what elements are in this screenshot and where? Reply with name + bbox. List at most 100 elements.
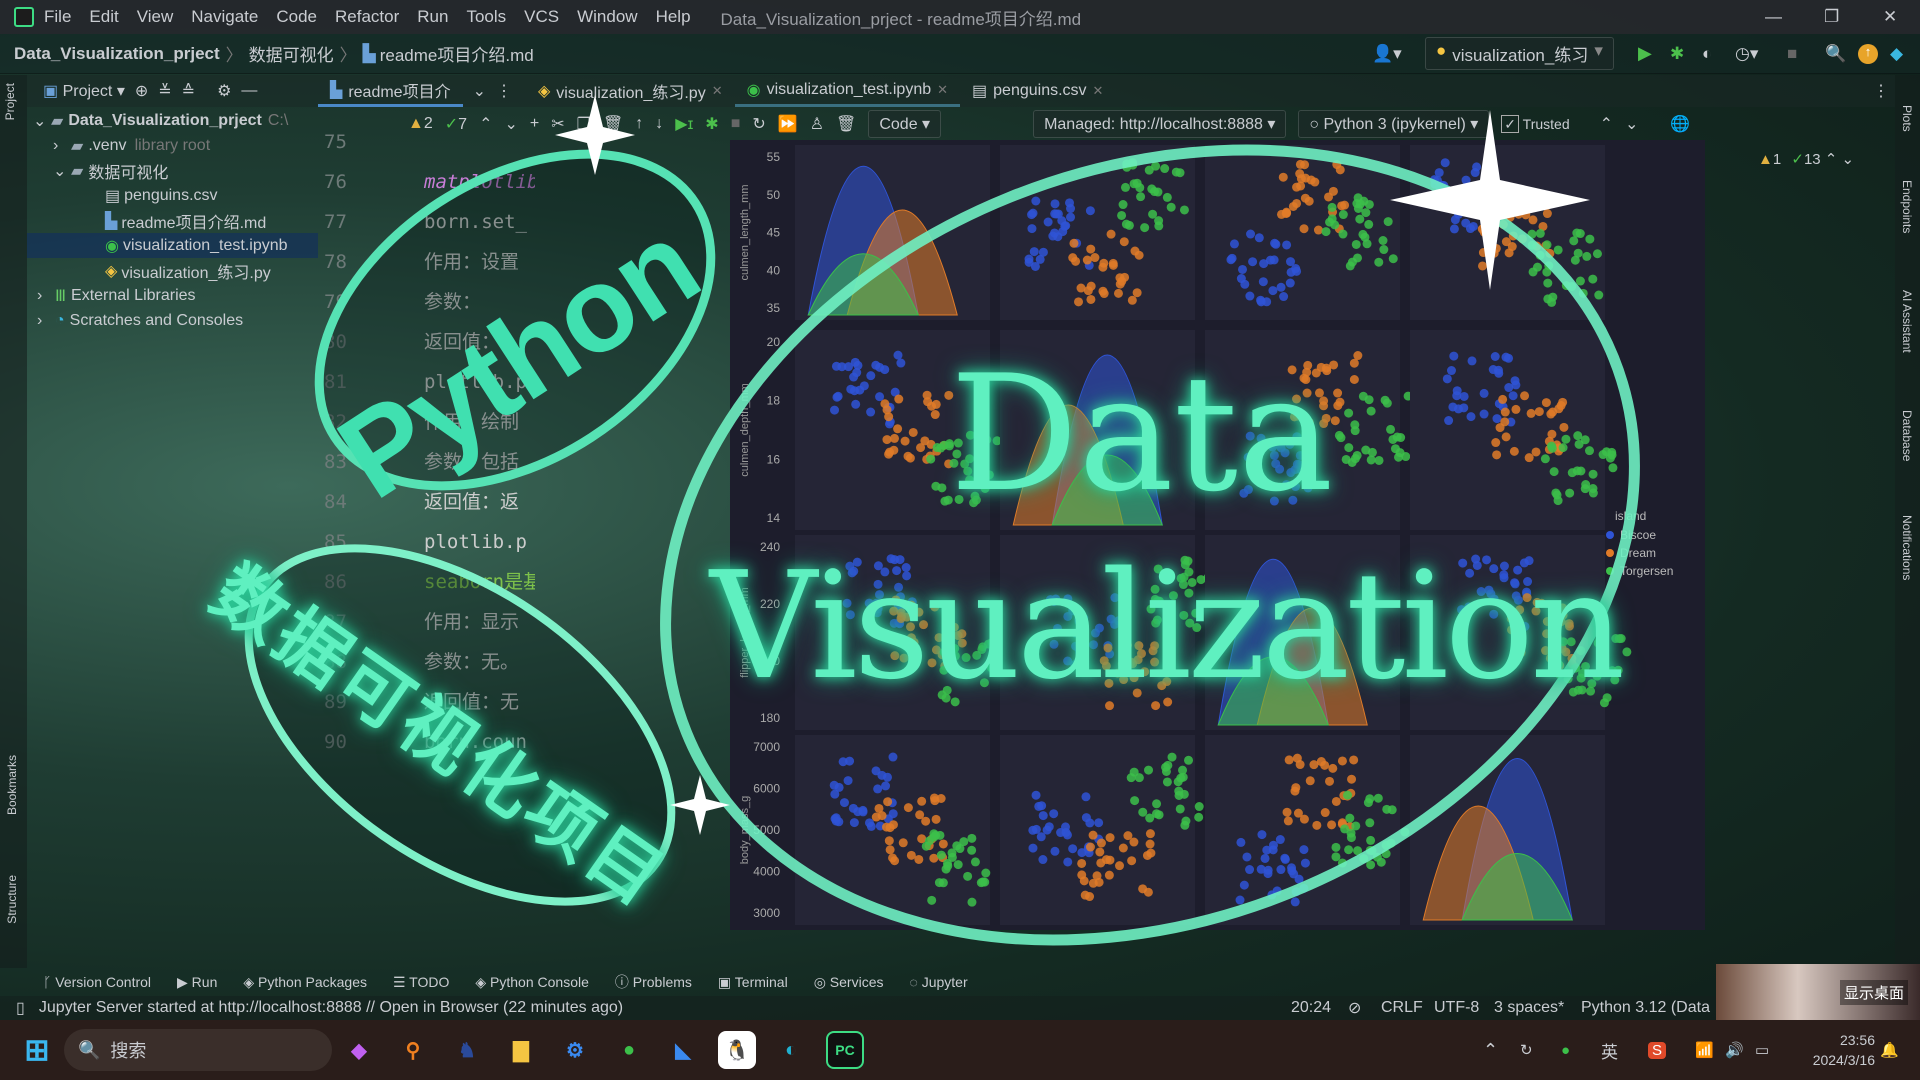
structure-tool-button[interactable]: Structure <box>5 875 19 924</box>
code-line[interactable]: 返回值：返 <box>418 482 535 522</box>
cell-type-select[interactable]: Code ▾ <box>868 110 942 138</box>
endpoints-tool-button[interactable]: Endpoints <box>1900 180 1914 233</box>
menu-view[interactable]: View <box>137 7 174 27</box>
delete-cell-icon[interactable]: 🗑 <box>603 114 623 134</box>
expand-all-icon[interactable]: ≚ <box>158 81 171 101</box>
debug-cell-icon[interactable]: ✱ <box>705 114 718 134</box>
status-message[interactable]: Jupyter Server started at http://localho… <box>39 999 623 1017</box>
settings-icon[interactable]: ⚙ <box>217 81 231 101</box>
wechat-icon[interactable]: ● <box>610 1031 648 1069</box>
ai-assistant-icon[interactable]: ◆ <box>1890 44 1903 64</box>
code-line[interactable]: 返回值：无 <box>418 682 535 722</box>
wifi-icon[interactable]: 📶 <box>1695 1041 1714 1059</box>
code-line[interactable]: 参数：无。 <box>418 642 535 682</box>
settings-app-icon[interactable]: ⚙ <box>556 1031 594 1069</box>
code-line[interactable]: plotlib.p <box>418 362 535 402</box>
notifications-tool-button[interactable]: Notifications <box>1900 515 1914 580</box>
qq-icon[interactable]: 🐧 <box>718 1031 756 1069</box>
breadcrumb-project[interactable]: Data_Visualization_prject <box>14 44 220 64</box>
code-line[interactable]: seaborn是基 <box>418 562 535 602</box>
menu-file[interactable]: File <box>44 7 71 27</box>
code-line[interactable]: matplotlib <box>418 162 535 202</box>
tree-item-venv[interactable]: › ▰ .venv library root <box>27 133 318 158</box>
file-explorer-icon[interactable]: ▇ <box>502 1031 540 1069</box>
code-line[interactable]: 作用：显示 <box>418 602 535 642</box>
restart-kernel-icon[interactable]: ↻ <box>752 114 765 134</box>
run-config-select[interactable]: ● visualization_练习 ▾ <box>1425 37 1614 70</box>
coverage-icon[interactable]: ◐ <box>1702 44 1712 64</box>
windows-start-icon[interactable]: ⊞ <box>18 1031 56 1069</box>
menu-refactor[interactable]: Refactor <box>335 7 399 27</box>
profile-icon[interactable]: ◷▾ <box>1735 44 1758 64</box>
tree-item-python-file[interactable]: ◈ visualization_练习.py <box>27 258 318 283</box>
tree-item-notebook[interactable]: ◉ visualization_test.ipynb <box>27 233 318 258</box>
volume-icon[interactable]: 🔊 <box>1725 1041 1744 1059</box>
debug-icon[interactable]: ✱ <box>1670 44 1684 64</box>
tab-python-file[interactable]: ◈ visualization_练习.py ✕ <box>526 75 735 107</box>
tab-penguins-csv[interactable]: ▤ penguins.csv ✕ <box>960 75 1115 107</box>
breadcrumb-file[interactable]: readme项目介绍.md <box>380 41 534 66</box>
code-line[interactable]: 参数：包括 <box>418 442 535 482</box>
search-app-icon[interactable]: ⚲ <box>394 1031 432 1069</box>
feishu-icon[interactable]: ◣ <box>664 1031 702 1069</box>
code-line[interactable] <box>418 122 535 162</box>
plots-tool-button[interactable]: Plots <box>1900 105 1914 132</box>
tree-item-data-folder[interactable]: ⌄ ▰ 数据可视化 <box>27 158 318 183</box>
show-desktop-preview[interactable]: 显示桌面 <box>1716 964 1920 1020</box>
services-button[interactable]: ◎ Services <box>814 974 884 991</box>
battery-icon[interactable]: ▭ <box>1755 1041 1769 1059</box>
menu-vcs[interactable]: VCS <box>524 7 559 27</box>
caret-position[interactable]: 20:24 <box>1291 999 1331 1017</box>
editor-more-icon[interactable]: ⋮ <box>1873 81 1889 101</box>
notebook-inspection[interactable]: ▲1 ✓13 ⌃ ⌄ <box>1758 150 1854 168</box>
jupyter-button[interactable]: ◌ Jupyter <box>909 974 967 990</box>
ime-indicator[interactable]: 英 <box>1601 1038 1618 1063</box>
encoding[interactable]: UTF-8 <box>1434 999 1479 1017</box>
code-line[interactable]: born.set_ <box>418 202 535 242</box>
project-view-select[interactable]: ▣ Project ▾ <box>43 81 125 101</box>
edge-icon[interactable]: ◐ <box>772 1031 810 1069</box>
terminal-button[interactable]: ▣ Terminal <box>718 974 788 991</box>
next-icon[interactable]: ⌄ <box>1625 114 1638 134</box>
ai-assistant-tool-button[interactable]: AI Assistant <box>1900 290 1914 353</box>
close-tab-icon[interactable]: ✕ <box>1093 83 1104 99</box>
hide-icon[interactable]: — <box>241 82 257 100</box>
interpreter[interactable]: Python 3.12 (Data <box>1581 999 1716 1017</box>
taskbar-search[interactable]: 🔍 搜索 <box>64 1029 332 1071</box>
version-control-button[interactable]: ᚴ Version Control <box>43 974 151 990</box>
todo-button[interactable]: ☰ TODO <box>393 974 449 991</box>
no-lock-icon[interactable]: ⊘ <box>1348 998 1361 1018</box>
database-tool-button[interactable]: Database <box>1900 410 1914 461</box>
menu-navigate[interactable]: Navigate <box>191 7 258 27</box>
delete-icon[interactable]: 🗑 <box>836 114 856 134</box>
code-line[interactable]: 作用：绘制 <box>418 402 535 442</box>
sync-icon[interactable]: ↻ <box>1520 1041 1533 1059</box>
server-select[interactable]: Managed: http://localhost:8888 ▾ <box>1033 110 1287 138</box>
code-line[interactable]: plotlib.p <box>418 522 535 562</box>
menu-window[interactable]: Window <box>577 7 637 27</box>
code-line[interactable]: 作用：设置 <box>418 242 535 282</box>
close-tab-icon[interactable]: ✕ <box>712 83 723 99</box>
pycharm-taskbar-icon[interactable]: PC <box>826 1031 864 1069</box>
wechat-tray-icon[interactable]: ● <box>1561 1042 1570 1059</box>
cat-app-icon[interactable]: ♞ <box>448 1031 486 1069</box>
run-all-icon[interactable]: ⏩ <box>778 114 798 134</box>
collapse-all-icon[interactable]: ≙ <box>182 81 195 101</box>
copilot-icon[interactable]: ◆ <box>340 1031 378 1069</box>
menu-run[interactable]: Run <box>417 7 448 27</box>
restore-button[interactable]: ❐ <box>1824 7 1839 27</box>
tree-item-scratches[interactable]: › ◔ Scratches and Consoles <box>27 308 318 333</box>
close-button[interactable]: ✕ <box>1883 7 1897 27</box>
clock[interactable]: 23:56 2024/3/16 <box>1795 1030 1875 1070</box>
trusted-checkbox[interactable]: ✓ Trusted <box>1501 114 1570 133</box>
problems-button[interactable]: ⓘ Problems <box>615 972 692 992</box>
copy-cell-icon[interactable]: ❐ <box>577 114 591 134</box>
user-icon[interactable]: 👤▾ <box>1372 44 1402 64</box>
move-up-icon[interactable]: ↑ <box>635 115 643 133</box>
menu-edit[interactable]: Edit <box>89 7 118 27</box>
tree-item-penguins-csv[interactable]: ▤ penguins.csv <box>27 183 318 208</box>
sogou-icon[interactable]: S <box>1648 1041 1667 1059</box>
line-ending[interactable]: CRLF <box>1381 999 1423 1017</box>
interrupt-icon[interactable]: ■ <box>731 115 741 133</box>
menu-code[interactable]: Code <box>276 7 317 27</box>
